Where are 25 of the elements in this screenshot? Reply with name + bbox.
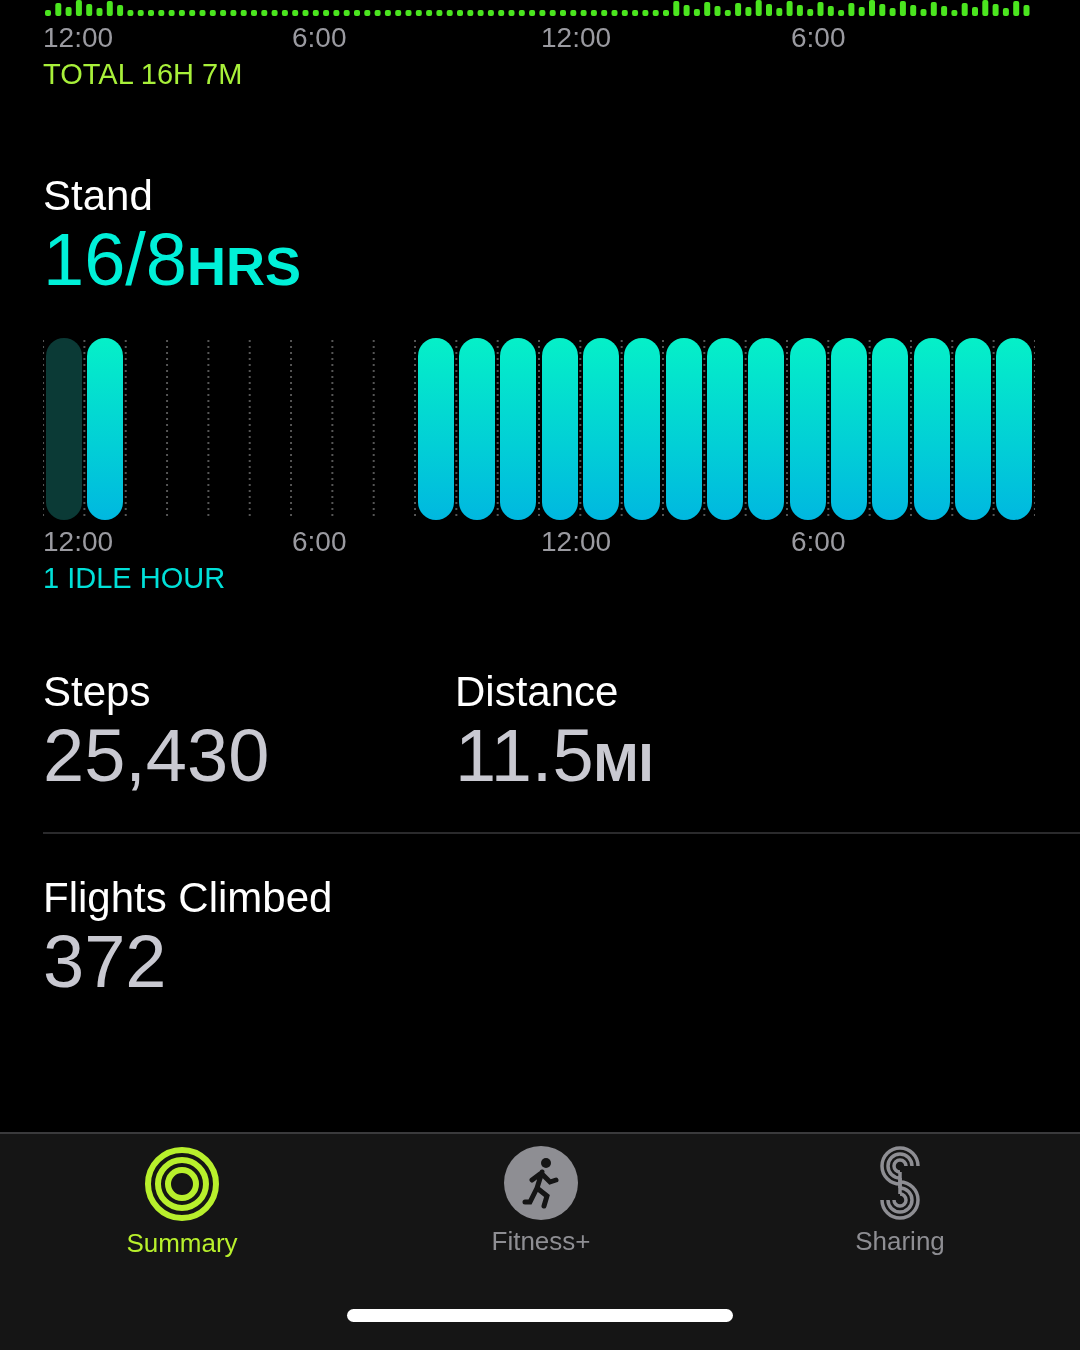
time-label: 6:00	[292, 526, 348, 558]
tab-button[interactable]: Summary	[112, 1146, 252, 1259]
time-label: 6:00	[292, 22, 348, 54]
stand-title: Stand	[43, 172, 153, 220]
tab-button[interactable]: Fitness+	[471, 1146, 611, 1259]
time-label: 12:00	[43, 526, 115, 558]
idle-summary: 1 IDLE HOUR	[43, 561, 226, 596]
distance-value: 11.5	[455, 716, 594, 796]
distance-title: Distance	[455, 668, 619, 716]
time-label: 12:00	[541, 22, 613, 54]
stand-value: 16/8	[43, 220, 188, 300]
time-label: 6:00	[791, 22, 847, 54]
stand-unit: HRS	[187, 235, 302, 298]
flights-value: 372	[43, 922, 167, 1002]
time-label: 6:00	[791, 526, 847, 558]
runner-icon	[504, 1146, 578, 1220]
tab-button[interactable]: Sharing	[830, 1146, 970, 1259]
flights-title: Flights Climbed	[43, 874, 333, 922]
rings-icon	[144, 1146, 220, 1222]
steps-value: 25,430	[43, 716, 270, 796]
time-label: 12:00	[541, 526, 613, 558]
time-label: 12:00	[43, 22, 115, 54]
distance-unit: MI	[593, 731, 654, 794]
exercise-total: TOTAL 16H 7M	[43, 57, 243, 92]
steps-title: Steps	[43, 668, 151, 716]
